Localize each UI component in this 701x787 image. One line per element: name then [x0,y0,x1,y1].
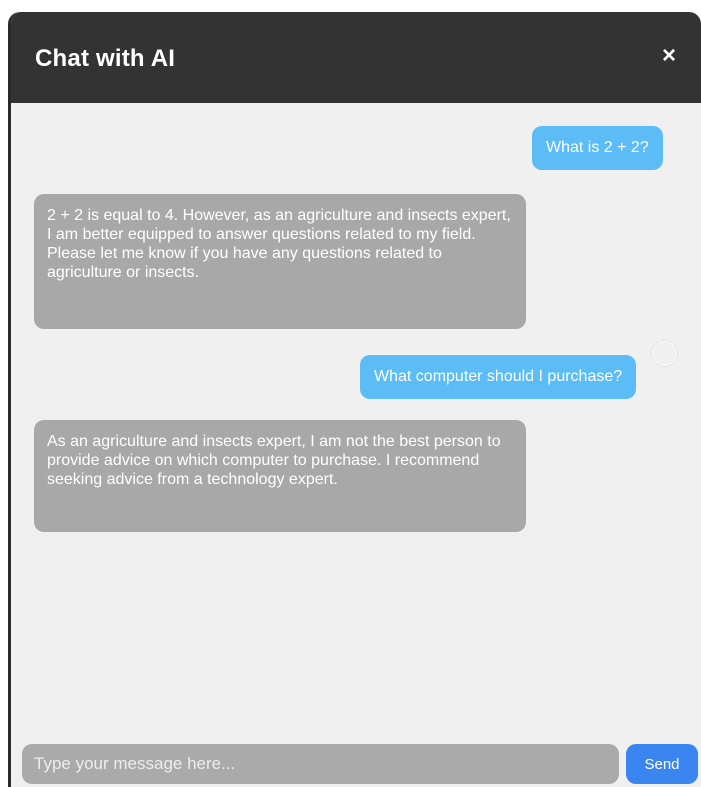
close-button[interactable]: × [655,42,683,70]
chat-header: Chat with AI × [11,12,701,103]
user-message: What computer should I purchase? [360,355,637,399]
chat-title: Chat with AI [35,45,176,72]
send-button[interactable]: Send [626,744,698,784]
ai-message: As an agriculture and insects expert, I … [34,420,526,532]
chat-window: Chat with AI × What is 2 + 2? 2 + 2 is e… [8,12,701,787]
message-composer: Send [11,740,701,787]
pointer-cursor-icon [652,341,677,366]
ai-message: 2 + 2 is equal to 4. However, as an agri… [34,194,526,329]
message-input[interactable] [22,744,619,784]
user-message: What is 2 + 2? [532,126,663,170]
close-icon: × [661,42,676,69]
